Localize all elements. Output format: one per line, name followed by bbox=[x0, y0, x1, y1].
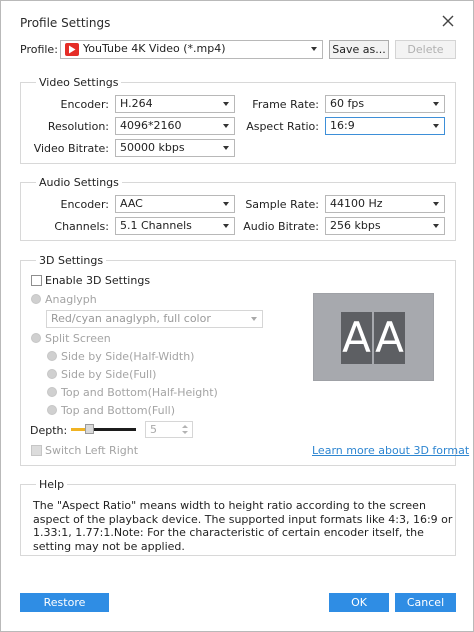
chevron-down-icon bbox=[433, 102, 439, 106]
chevron-down-icon bbox=[433, 202, 439, 206]
tb-half-label: Top and Bottom(Half-Height) bbox=[61, 386, 218, 399]
tb-full-label: Top and Bottom(Full) bbox=[61, 404, 175, 417]
dialog-title: Profile Settings bbox=[20, 16, 111, 30]
chevron-down-icon bbox=[433, 124, 439, 128]
sbs-full-label: Side by Side(Full) bbox=[61, 368, 157, 381]
3d-settings-title: 3D Settings bbox=[36, 254, 107, 267]
restore-defaults-button[interactable]: Restore Defaults bbox=[20, 593, 109, 626]
video-settings-title: Video Settings bbox=[36, 76, 122, 89]
chevron-down-icon bbox=[223, 124, 229, 128]
aspect-ratio-value: 16:9 bbox=[330, 119, 355, 132]
channels-label: Channels: bbox=[54, 220, 109, 233]
chevron-down-icon bbox=[433, 224, 439, 228]
audio-settings-title: Audio Settings bbox=[36, 176, 122, 189]
chevron-down-icon bbox=[223, 146, 229, 150]
anaglyph-radio[interactable] bbox=[31, 294, 41, 304]
profile-select[interactable]: YouTube 4K Video (*.mp4) bbox=[60, 40, 323, 59]
audio-encoder-label: Encoder: bbox=[60, 198, 110, 211]
video-encoder-label: Encoder: bbox=[60, 98, 110, 111]
depth-slider-handle[interactable] bbox=[85, 424, 94, 434]
chevron-down-icon bbox=[251, 317, 257, 321]
sample-rate-select[interactable]: 44100 Hz bbox=[325, 195, 445, 213]
video-bitrate-value: 50000 kbps bbox=[120, 141, 185, 154]
aspect-ratio-select[interactable]: 16:9 bbox=[325, 117, 445, 135]
frame-rate-select[interactable]: 60 fps bbox=[325, 95, 445, 113]
video-encoder-value: H.264 bbox=[120, 97, 153, 110]
audio-bitrate-value: 256 kbps bbox=[330, 219, 381, 232]
frame-rate-label: Frame Rate: bbox=[252, 98, 319, 111]
help-text: The "Aspect Ratio" means width to height… bbox=[33, 499, 453, 553]
audio-bitrate-label: Audio Bitrate: bbox=[243, 220, 319, 233]
3d-preview-image: A A bbox=[313, 293, 434, 381]
audio-encoder-value: AAC bbox=[120, 197, 143, 210]
tb-half-radio[interactable] bbox=[47, 387, 57, 397]
sbs-half-radio[interactable] bbox=[47, 351, 57, 361]
chevron-down-icon bbox=[311, 47, 317, 51]
sample-rate-value: 44100 Hz bbox=[330, 197, 383, 210]
resolution-value: 4096*2160 bbox=[120, 119, 182, 132]
depth-label: Depth: bbox=[30, 424, 68, 437]
anaglyph-value: Red/cyan anaglyph, full color bbox=[51, 312, 211, 325]
sample-rate-label: Sample Rate: bbox=[245, 198, 319, 211]
channels-value: 5.1 Channels bbox=[120, 219, 192, 232]
aspect-ratio-label: Aspect Ratio: bbox=[246, 120, 319, 133]
depth-stepper[interactable]: 5 bbox=[145, 421, 193, 438]
sbs-full-radio[interactable] bbox=[47, 369, 57, 379]
youtube-icon bbox=[65, 43, 79, 56]
stepper-down-icon[interactable] bbox=[182, 431, 188, 434]
profile-label: Profile: bbox=[20, 43, 58, 56]
depth-value: 5 bbox=[150, 423, 157, 436]
switch-left-right-checkbox[interactable] bbox=[31, 445, 42, 456]
delete-button[interactable]: Delete bbox=[395, 40, 456, 59]
title-bar: Profile Settings bbox=[1, 1, 473, 39]
tb-full-radio[interactable] bbox=[47, 405, 57, 415]
video-encoder-select[interactable]: H.264 bbox=[115, 95, 235, 113]
resolution-label: Resolution: bbox=[47, 120, 109, 133]
preview-letter-right: A bbox=[374, 312, 405, 364]
help-title: Help bbox=[36, 478, 68, 491]
video-bitrate-select[interactable]: 50000 kbps bbox=[115, 139, 235, 157]
learn-more-3d-link[interactable]: Learn more about 3D format bbox=[312, 444, 469, 457]
profile-settings-dialog: Profile Settings Profile: YouTube 4K Vid… bbox=[0, 0, 474, 632]
audio-encoder-select[interactable]: AAC bbox=[115, 195, 235, 213]
cancel-button[interactable]: Cancel bbox=[395, 593, 456, 612]
chevron-down-icon bbox=[223, 102, 229, 106]
video-bitrate-label: Video Bitrate: bbox=[33, 142, 109, 155]
anaglyph-select[interactable]: Red/cyan anaglyph, full color bbox=[46, 310, 263, 328]
preview-letter-left: A bbox=[341, 312, 372, 364]
enable-3d-checkbox[interactable] bbox=[31, 275, 42, 286]
enable-3d-label: Enable 3D Settings bbox=[45, 274, 151, 287]
chevron-down-icon bbox=[223, 202, 229, 206]
switch-left-right-label: Switch Left Right bbox=[45, 444, 139, 457]
profile-value: YouTube 4K Video (*.mp4) bbox=[83, 42, 226, 55]
split-screen-label: Split Screen bbox=[45, 332, 111, 345]
save-as-button[interactable]: Save as... bbox=[329, 40, 389, 59]
sbs-half-label: Side by Side(Half-Width) bbox=[61, 350, 195, 363]
split-screen-radio[interactable] bbox=[31, 333, 41, 343]
ok-button[interactable]: OK bbox=[329, 593, 389, 612]
anaglyph-label: Anaglyph bbox=[45, 293, 97, 306]
chevron-down-icon bbox=[223, 224, 229, 228]
audio-bitrate-select[interactable]: 256 kbps bbox=[325, 217, 445, 235]
stepper-up-icon[interactable] bbox=[182, 425, 188, 428]
frame-rate-value: 60 fps bbox=[330, 97, 365, 110]
resolution-select[interactable]: 4096*2160 bbox=[115, 117, 235, 135]
channels-select[interactable]: 5.1 Channels bbox=[115, 217, 235, 235]
close-icon[interactable] bbox=[441, 14, 455, 28]
